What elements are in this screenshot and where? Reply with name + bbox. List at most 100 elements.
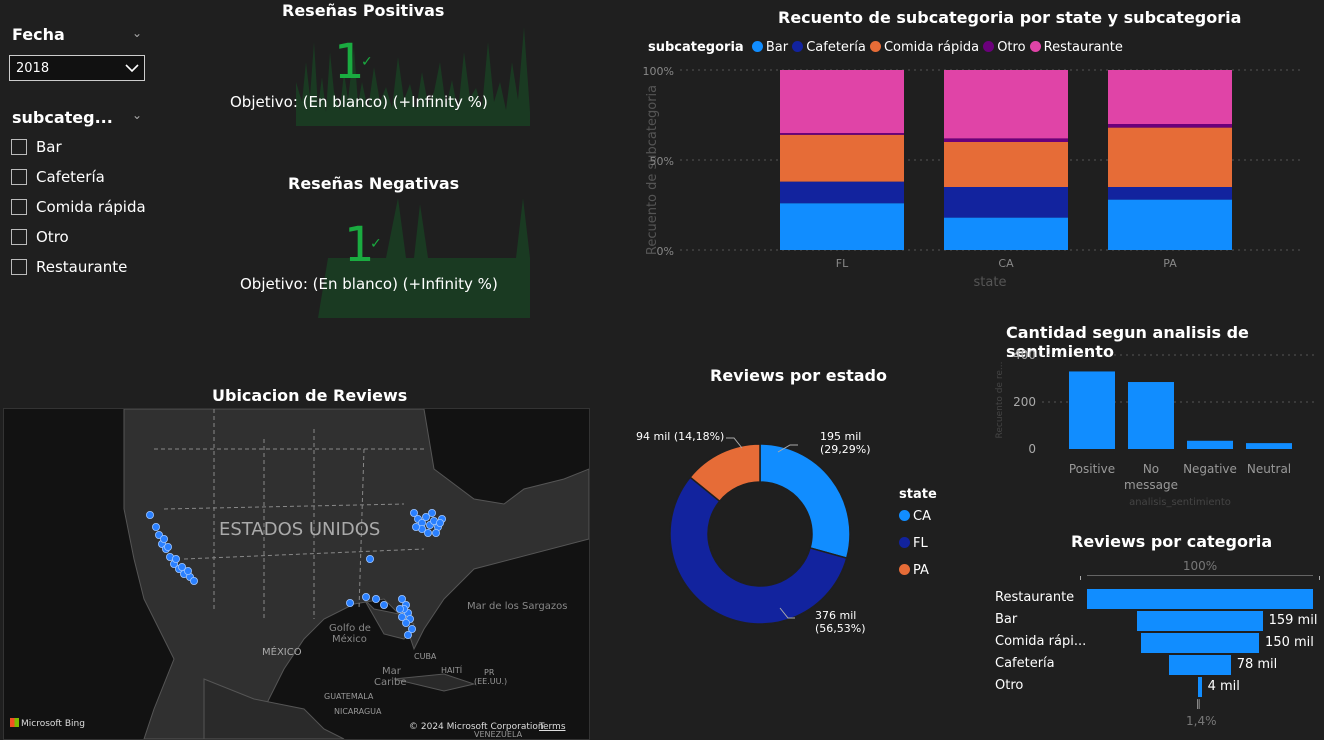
review-location-point[interactable] [159,535,168,544]
kpi-positive-target: Objetivo: (En blanco) (+Infinity %) [230,93,488,111]
funnel-label: Comida rápi... [995,634,1087,649]
checkbox[interactable] [11,259,27,275]
chevron-down-icon[interactable]: ⌄ [132,26,142,40]
kpi-negative-target: Objetivo: (En blanco) (+Infinity %) [240,275,498,293]
bar-segment[interactable] [944,217,1068,250]
bar-segment[interactable] [1108,124,1232,128]
bar-segment[interactable] [1108,127,1232,187]
place-label: NICARAGUA [334,707,382,716]
funnel-value: 4 mil [1207,679,1240,694]
legend-item-bar[interactable]: Bar [751,40,788,55]
review-location-point[interactable] [427,509,436,518]
bar-segment[interactable] [780,203,904,250]
funnel-row[interactable]: Cafetería 78 mil [995,655,1324,675]
funnel-bar[interactable] [1137,611,1263,631]
review-location-point[interactable] [189,576,198,585]
place-label: CUBA [414,652,437,661]
option-comida-rapida[interactable]: Comida rápida [11,192,146,222]
x-tick: Positive [1069,462,1115,476]
funnel-top-bracket: 100% [1087,559,1313,576]
map-visual[interactable]: ESTADOS UNIDOS Golfo de México MÉXICO Ma… [3,408,590,740]
funnel-row[interactable]: Bar 159 mil [995,611,1324,631]
option-otro[interactable]: Otro [11,222,146,252]
checkbox[interactable] [11,139,27,155]
x-tick: Neutral [1247,462,1291,476]
bar-segment[interactable] [944,70,1068,139]
checkbox[interactable] [11,199,27,215]
legend-item-cafeteria[interactable]: Cafetería [792,40,866,55]
review-location-point[interactable] [403,630,412,639]
bar-segment[interactable] [1108,187,1232,200]
funnel-row[interactable]: Otro 4 mil [995,677,1324,697]
sentiment-bar[interactable] [1069,371,1115,449]
review-location-point[interactable] [397,612,406,621]
bar-segment[interactable] [780,70,904,133]
review-location-point[interactable] [171,554,180,563]
review-location-point[interactable] [163,542,172,551]
review-location-point[interactable] [183,566,192,575]
place-label: PR [484,668,495,677]
review-location-point[interactable] [435,519,444,528]
chevron-down-icon[interactable]: ⌄ [132,108,142,122]
fecha-dropdown[interactable]: 2018 [9,55,145,81]
funnel-bar[interactable] [1198,677,1202,697]
checkbox[interactable] [11,229,27,245]
bar-segment[interactable] [944,187,1068,218]
funnel-row[interactable]: Restaurante [995,589,1324,609]
bar-segment[interactable] [1108,70,1232,124]
sentiment-bar[interactable] [1128,382,1174,449]
option-cafeteria[interactable]: Cafetería [11,162,146,192]
review-location-point[interactable] [345,598,354,607]
option-restaurante[interactable]: Restaurante [11,252,146,282]
funnel-bar[interactable] [1087,589,1313,609]
bar-segment[interactable] [944,138,1068,142]
y-tick: 200 [1013,395,1036,409]
donut-legend-title: state [899,487,937,502]
review-location-point[interactable] [371,594,380,603]
bar-segment[interactable] [780,134,904,182]
review-location-point[interactable] [151,523,160,532]
microsoft-logo-icon [10,718,19,727]
donut-slice-ca[interactable] [759,443,851,560]
review-location-point[interactable] [145,511,154,520]
terms-link[interactable]: Terms [539,722,566,732]
stacked-legend: subcategoria Bar Cafetería Comida rápida… [648,40,1123,55]
map-canvas: ESTADOS UNIDOS Golfo de México MÉXICO Ma… [123,409,589,739]
option-label: Otro [36,228,69,246]
legend-item-ca[interactable]: CA [899,509,931,536]
bar-segment[interactable] [944,142,1068,187]
review-location-point[interactable] [365,554,374,563]
funnel-row[interactable]: Comida rápi... 150 mil [995,633,1324,653]
review-location-point[interactable] [379,600,388,609]
bar-segment[interactable] [780,181,904,204]
bar-segment[interactable] [780,133,904,135]
fecha-slicer-title: Fecha [12,25,65,44]
review-location-point[interactable] [423,529,432,538]
subcategoria-options: Bar Cafetería Comida rápida Otro Restaur… [11,132,146,282]
legend-label: FL [913,536,928,551]
legend-item-comida[interactable]: Comida rápida [869,40,979,55]
bar-segment[interactable] [1108,199,1232,250]
x-tick: PA [1163,257,1177,270]
review-location-point[interactable] [411,523,420,532]
donut-title: Reviews por estado [710,366,887,385]
option-bar[interactable]: Bar [11,132,146,162]
kpi-negative-title: Reseñas Negativas [288,174,460,193]
funnel-value: 78 mil [1236,657,1278,672]
legend-item-pa[interactable]: PA [899,563,931,590]
legend-item-otro[interactable]: Otro [983,40,1026,55]
checkbox[interactable] [11,169,27,185]
funnel-label: Cafetería [995,656,1055,671]
review-location-point[interactable] [431,529,440,538]
legend-item-fl[interactable]: FL [899,536,931,563]
funnel-label: Bar [995,612,1018,627]
review-location-point[interactable] [361,592,370,601]
donut-label-fl: 376 mil (56,53%) [815,609,866,635]
sentiment-bar[interactable] [1187,440,1233,449]
funnel-bar[interactable] [1140,633,1260,653]
map-copyright: © 2024 Microsoft Corporation [409,722,544,732]
funnel-bar[interactable] [1169,655,1231,675]
sentiment-bar[interactable] [1246,443,1292,449]
legend-item-restaurante[interactable]: Restaurante [1029,40,1123,55]
review-location-point[interactable] [395,604,404,613]
